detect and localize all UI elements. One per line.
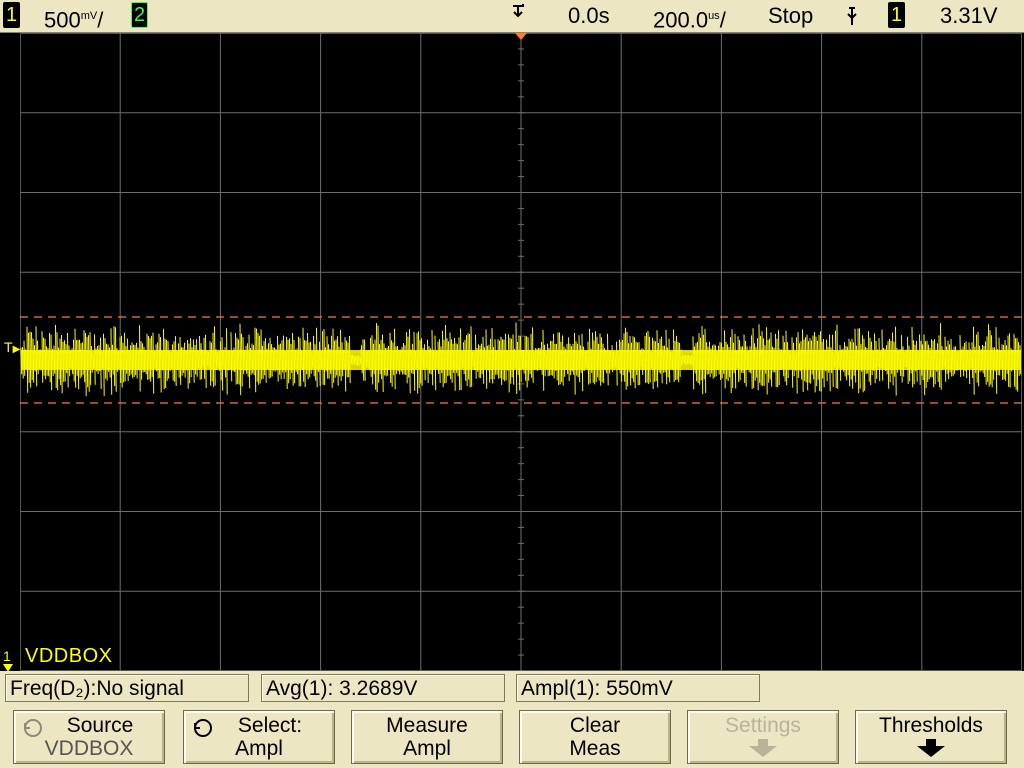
channel-2-number: 2 [133,4,146,26]
channel-1-trace-core [21,350,1021,370]
channel-1-scale-units: mV [80,10,98,22]
thresholds-softkey[interactable]: Thresholds [855,710,1007,764]
thresholds-softkey-label: Thresholds [879,714,983,737]
run-state: Stop [768,3,814,28]
clear-softkey-value: Meas [569,737,621,760]
softkey-bar: Source VDDBOX Select: Ampl Measure Ampl … [0,707,1024,768]
timebase-scale-units: us [708,10,720,22]
trigger-point-marker [515,33,527,40]
clear-softkey-label: Clear [569,714,621,737]
settings-softkey-label: Settings [725,714,801,737]
timebase-scale: 200.0us/ [653,7,726,33]
measurement-avg: Avg(1): 3.2689V [261,674,505,702]
ground-marker-label: 1 [3,648,11,664]
select-softkey-value: Ampl [235,737,283,760]
channel-1-scale: 500mV/ [44,7,104,33]
source-softkey[interactable]: Source VDDBOX [13,710,165,764]
measurement-freq: Freq(D₂):No signal [5,674,249,702]
channel-1-label: VDDBOX [25,645,113,667]
channel-1-indicator[interactable]: 1 [3,2,20,28]
down-arrow-icon [749,739,777,757]
trigger-level-marker-label: T [4,339,13,355]
down-arrow-icon [917,739,945,757]
timebase-scale-value: 200.0 [653,7,709,33]
trigger-level-marker: T▶ [4,339,21,355]
channel-1-scale-value: 500 [44,7,81,33]
trigger-level: 3.31V [940,3,998,28]
waveform-display[interactable] [20,33,1022,671]
rotary-knob-icon [194,719,212,737]
measure-softkey-label: Measure [386,714,468,737]
measure-softkey-value: Ampl [403,737,451,760]
measurement-ampl: Ampl(1): 550mV [516,674,760,702]
waveform-graticule [20,33,1022,671]
clear-meas-softkey[interactable]: Clear Meas [519,710,671,764]
channel-2-indicator[interactable]: 2 [131,2,148,28]
time-offset: 0.0s [568,3,610,28]
falling-edge-icon [845,3,861,34]
channel-1-ground-marker: 1 [3,648,13,672]
status-bar: 1 500mV/ 2 0.0s 200.0us/ Stop 1 3.31V [0,0,1024,33]
measure-softkey[interactable]: Measure Ampl [351,710,503,764]
trigger-source-number: 1 [890,4,903,26]
settings-softkey[interactable]: Settings [687,710,839,764]
measurement-bar: Freq(D₂):No signal Avg(1): 3.2689V Ampl(… [0,671,1024,707]
select-softkey[interactable]: Select: Ampl [183,710,335,764]
channel-1-number: 1 [5,4,18,26]
source-softkey-value: VDDBOX [44,737,134,760]
rotary-knob-icon [24,719,42,737]
trigger-source-indicator[interactable]: 1 [888,2,905,28]
